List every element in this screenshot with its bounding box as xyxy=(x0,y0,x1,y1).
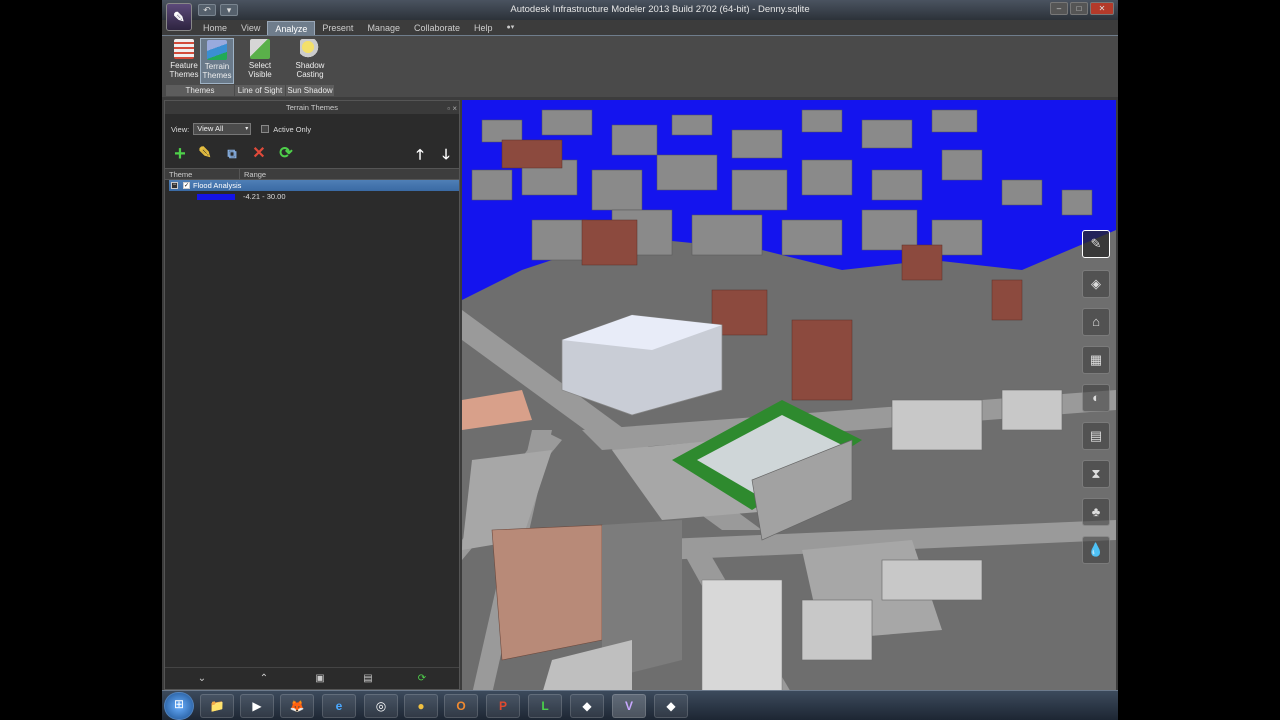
move-up-icon[interactable]: 🡑 xyxy=(411,145,429,163)
view-label: View: xyxy=(171,124,190,134)
navigation-bar: ✎ ◈ ⌂ ▦ ◐ ▤ ⧗ ♣ 💧 xyxy=(1078,230,1114,580)
taskbar-app-2-icon[interactable]: ◆ xyxy=(654,694,688,718)
taskbar-outlook-icon[interactable]: O xyxy=(444,694,478,718)
panel-footer: ⌄ ⌃ ▣ ▤ ⟳ xyxy=(165,667,459,689)
taskbar-infrastructure-modeler-icon[interactable]: V xyxy=(612,694,646,718)
taskbar-firefox-icon[interactable]: 🦊 xyxy=(280,694,314,718)
title-bar: ↶ ▾ Autodesk Infrastructure Modeler 2013… xyxy=(162,0,1118,20)
ribbon-options-button[interactable]: ●▾ xyxy=(500,21,522,35)
area-icon[interactable]: ▦ xyxy=(1082,346,1110,374)
taskbar-powerpoint-icon[interactable]: P xyxy=(486,694,520,718)
taskbar-media-player-icon[interactable]: ▶ xyxy=(240,694,274,718)
tab-home[interactable]: Home xyxy=(196,21,234,35)
layers-icon[interactable]: ▤ xyxy=(1082,422,1110,450)
theme-name: Flood Analysis xyxy=(193,181,242,190)
taskbar-google-earth-icon[interactable]: ◎ xyxy=(364,694,398,718)
3d-viewport[interactable]: ✎ ◈ ⌂ ▦ ◐ ▤ ⧗ ♣ 💧 xyxy=(462,100,1116,694)
taskbar-explorer-icon[interactable]: 📁 xyxy=(200,694,234,718)
tab-manage[interactable]: Manage xyxy=(360,21,407,35)
select-visible-icon xyxy=(250,39,270,59)
expand-all-icon[interactable]: ⌃ xyxy=(257,672,271,686)
refresh-icon[interactable]: ⟳ xyxy=(277,145,295,163)
tab-collaborate[interactable]: Collaborate xyxy=(407,21,467,35)
tab-present[interactable]: Present xyxy=(315,21,360,35)
application-menu-button[interactable]: ✎ xyxy=(166,3,192,31)
terrain-themes-label-2: Themes xyxy=(202,71,232,80)
group-label-line-of-sight: Line of Sight xyxy=(235,85,285,96)
table-row[interactable]: -4.21 - 30.00 xyxy=(165,191,459,202)
model-explorer-icon[interactable]: ◈ xyxy=(1082,270,1110,298)
start-button[interactable]: ⊞ xyxy=(164,692,194,720)
edit-theme-icon[interactable]: ✎ xyxy=(196,145,214,163)
select-visible-button[interactable]: Select Visible xyxy=(243,38,277,84)
chevron-down-icon: ▾ xyxy=(245,126,249,132)
view-filter-row: View: View All ▾ Active Only xyxy=(165,120,459,138)
city-scene xyxy=(462,100,1116,694)
taskbar: ⊞ 📁 ▶ 🦊 e ◎ ● O P L ◆ V ◆ xyxy=(162,690,1118,720)
taskbar-lync-icon[interactable]: L xyxy=(528,694,562,718)
theme-toolbar: + ✎ ⧉ ✕ ⟳ 🡑 🡓 xyxy=(165,142,459,168)
ribbon-tabs: Home View Analyze Present Manage Collabo… xyxy=(196,21,521,35)
group-label-sun-shadow: Sun Shadow xyxy=(286,85,334,96)
close-button[interactable]: ✕ xyxy=(1090,2,1114,15)
tree-icon[interactable]: ♣ xyxy=(1082,498,1110,526)
shadow-casting-icon xyxy=(300,39,320,59)
feature-themes-button[interactable]: Feature Themes xyxy=(167,38,201,84)
vegetation-icon[interactable]: ◐ xyxy=(1082,384,1110,412)
duplicate-theme-icon[interactable]: ⧉ xyxy=(223,145,241,163)
water-icon[interactable]: 💧 xyxy=(1082,536,1110,564)
tab-view[interactable]: View xyxy=(234,21,267,35)
table-row[interactable]: − ✓ Flood Analysis xyxy=(169,180,459,191)
active-only-label: Active Only xyxy=(273,124,312,134)
terrain-themes-button[interactable]: Terrain Themes xyxy=(200,38,234,84)
taskbar-chrome-icon[interactable]: ● xyxy=(404,694,438,718)
maximize-button[interactable]: □ xyxy=(1070,2,1088,15)
minimize-button[interactable]: – xyxy=(1050,2,1068,15)
window-controls: – □ ✕ xyxy=(1050,2,1114,15)
group-label-themes: Themes xyxy=(166,85,234,96)
move-down-icon[interactable]: 🡓 xyxy=(437,145,455,163)
column-range[interactable]: Range xyxy=(240,169,266,179)
theme-visible-checkbox[interactable]: ✓ xyxy=(183,182,190,189)
ribbon-panel: Feature Themes Terrain Themes Select Vis… xyxy=(162,35,1118,97)
export-icon[interactable]: ▤ xyxy=(361,672,375,686)
taskbar-internet-explorer-icon[interactable]: e xyxy=(322,694,356,718)
collapse-all-icon[interactable]: ⌄ xyxy=(195,672,209,686)
shadow-casting-label-2: Casting xyxy=(296,70,324,79)
import-icon[interactable]: ▣ xyxy=(313,672,327,686)
range-value: -4.21 - 30.00 xyxy=(243,192,286,201)
active-only-checkbox[interactable] xyxy=(261,125,270,133)
select-visible-label-2: Visible xyxy=(248,70,272,79)
create-icon[interactable]: ⌂ xyxy=(1082,308,1110,336)
panel-title: Terrain Themes xyxy=(286,103,338,112)
taskbar-app-icon[interactable]: ◆ xyxy=(570,694,604,718)
terrain-themes-label-1: Terrain xyxy=(204,62,230,71)
panel-pin-close-button[interactable]: ▫ × xyxy=(447,102,457,115)
add-theme-icon[interactable]: + xyxy=(171,144,189,164)
feature-themes-label-2: Themes xyxy=(169,70,199,79)
view-select[interactable]: View All ▾ xyxy=(193,123,252,135)
theme-table-header: Theme Range xyxy=(165,168,459,180)
edit-pencil-icon[interactable]: ✎ xyxy=(1082,230,1110,258)
terrain-themes-panel: Terrain Themes ▫ × View: View All ▾ Acti… xyxy=(164,100,460,690)
window-title: Autodesk Infrastructure Modeler 2013 Bui… xyxy=(510,4,810,15)
tab-help[interactable]: Help xyxy=(467,21,500,35)
select-visible-label-1: Select xyxy=(248,61,272,70)
shadow-casting-button[interactable]: Shadow Casting xyxy=(293,38,327,84)
range-color-swatch xyxy=(197,194,235,200)
feature-themes-icon xyxy=(174,39,194,59)
app-window: ↶ ▾ Autodesk Infrastructure Modeler 2013… xyxy=(162,0,1118,720)
delete-theme-icon[interactable]: ✕ xyxy=(250,145,268,163)
collapse-icon[interactable]: − xyxy=(171,182,178,189)
shadow-casting-label-1: Shadow xyxy=(295,61,325,70)
road-icon[interactable]: ⧗ xyxy=(1082,460,1110,488)
apply-refresh-icon[interactable]: ⟳ xyxy=(415,672,429,686)
panel-title-bar: Terrain Themes ▫ × xyxy=(165,101,459,114)
view-select-value: View All xyxy=(197,124,224,133)
feature-themes-label-1: Feature xyxy=(170,61,198,70)
tab-analyze[interactable]: Analyze xyxy=(267,21,316,35)
column-theme[interactable]: Theme xyxy=(165,169,240,179)
terrain-themes-icon xyxy=(207,40,227,60)
